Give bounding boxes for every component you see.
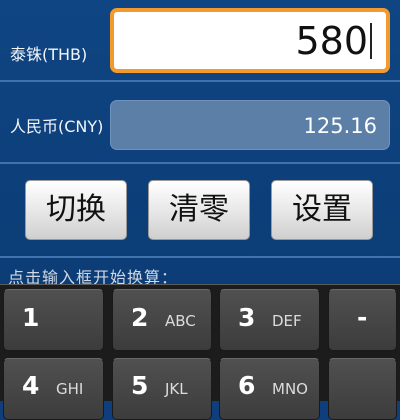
- target-amount-value: 125.16: [303, 114, 377, 138]
- key-number: 3: [238, 303, 256, 332]
- key-4[interactable]: 4 GHI: [3, 358, 104, 420]
- source-amount-input[interactable]: 580: [110, 8, 390, 73]
- key-5[interactable]: 5 JKL: [112, 358, 212, 420]
- key-number: 4: [22, 371, 40, 400]
- key-number: 1: [22, 303, 40, 332]
- key-1[interactable]: 1: [3, 289, 104, 351]
- key-letters: MNO: [272, 380, 308, 398]
- target-currency-row: 人民币(CNY) 125.16: [0, 82, 400, 164]
- key-letters: DEF: [272, 312, 302, 330]
- key-number: -: [357, 303, 368, 332]
- settings-button[interactable]: 设置: [271, 180, 373, 240]
- target-amount-field[interactable]: 125.16: [110, 100, 390, 150]
- target-currency-label: 人民币(CNY): [10, 117, 104, 136]
- action-button-bar: 切换 清零 设置: [0, 164, 400, 258]
- key-number: 2: [131, 303, 149, 332]
- key-letters: JKL: [165, 380, 188, 398]
- key-letters: GHI: [56, 380, 84, 398]
- source-currency-row: 泰铢(THB) 580: [0, 0, 400, 82]
- key-blank[interactable]: [328, 358, 397, 420]
- source-amount-value: 580: [295, 19, 368, 63]
- source-currency-label: 泰铢(THB): [10, 45, 88, 64]
- key-3[interactable]: 3 DEF: [219, 289, 320, 351]
- key-number: 6: [238, 371, 256, 400]
- key-letters: ABC: [165, 312, 196, 330]
- numeric-keyboard: 1 2 ABC 3 DEF - 4 GHI 5 JKL 6 MNO: [0, 284, 400, 420]
- switch-button[interactable]: 切换: [25, 180, 127, 240]
- key-2[interactable]: 2 ABC: [112, 289, 212, 351]
- clear-button[interactable]: 清零: [148, 180, 250, 240]
- key-minus[interactable]: -: [328, 289, 397, 351]
- key-number: 5: [131, 371, 149, 400]
- currency-converter-app: 泰铢(THB) 580 人民币(CNY) 125.16 切换 清零 设置 点击输…: [0, 0, 400, 420]
- key-6[interactable]: 6 MNO: [219, 358, 320, 420]
- text-caret: [370, 22, 372, 59]
